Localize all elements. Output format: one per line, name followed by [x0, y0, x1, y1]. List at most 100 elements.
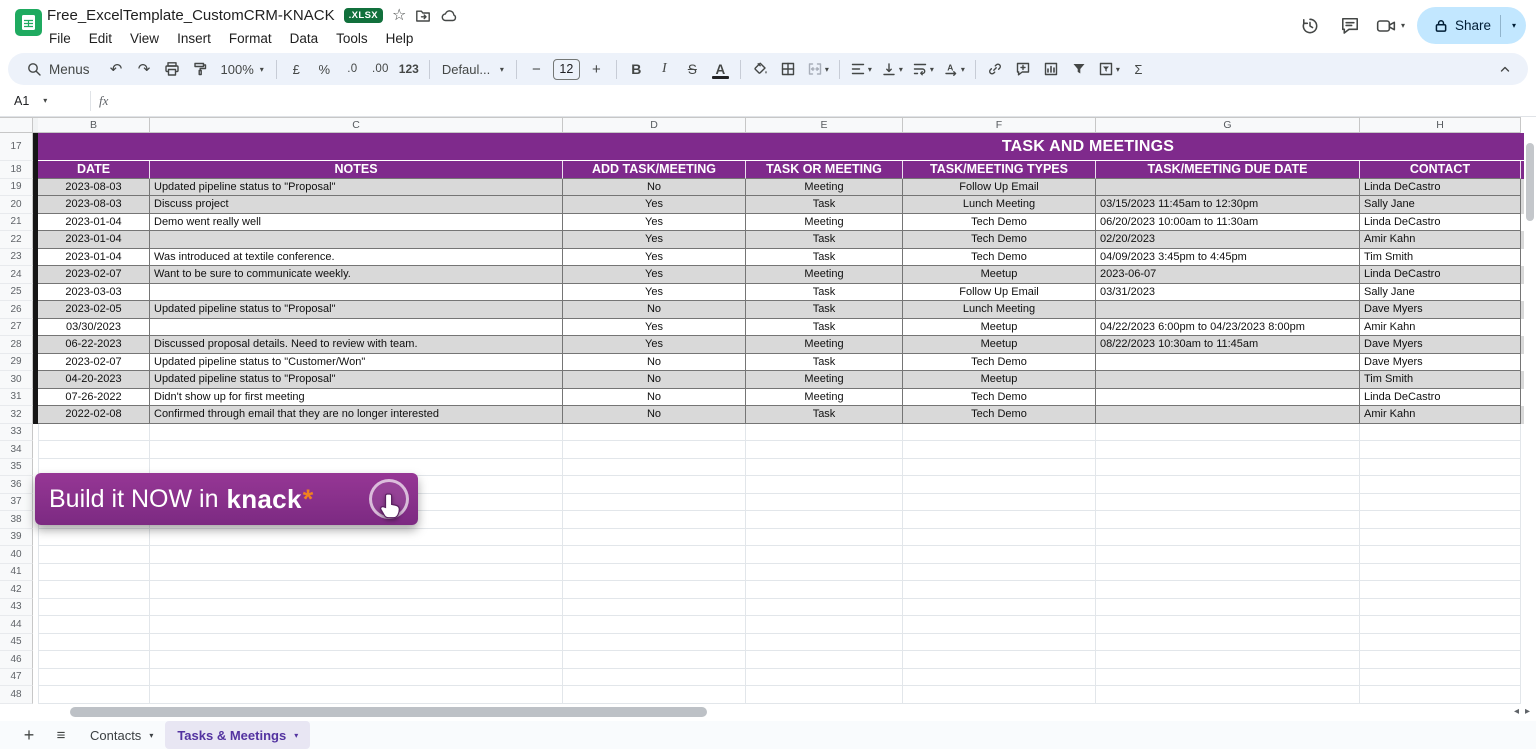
row-header-31[interactable]: 31	[0, 389, 33, 407]
cell-G22[interactable]: 02/20/2023	[1096, 231, 1360, 249]
cell-D22[interactable]: Yes	[563, 231, 746, 249]
header-cell-H18[interactable]: CONTACT	[1360, 161, 1521, 179]
fill-color-button[interactable]	[747, 56, 774, 82]
menus-search-button[interactable]: Menus	[18, 56, 102, 82]
cell-G38[interactable]	[1096, 511, 1360, 529]
insert-chart-button[interactable]	[1038, 56, 1065, 82]
cell-D35[interactable]	[563, 459, 746, 477]
row-header-23[interactable]: 23	[0, 249, 33, 267]
cell-G37[interactable]	[1096, 494, 1360, 512]
cell-C29[interactable]: Updated pipeline status to "Customer/Won…	[150, 354, 563, 372]
paint-format-button[interactable]	[187, 56, 214, 82]
cell-C24[interactable]: Want to be sure to communicate weekly.	[150, 266, 563, 284]
cell-H38[interactable]	[1360, 511, 1521, 529]
star-icon[interactable]: ☆	[392, 8, 406, 24]
row-header-47[interactable]: 47	[0, 669, 33, 687]
cell-D43[interactable]	[563, 599, 746, 617]
cell-G48[interactable]	[1096, 686, 1360, 704]
cell-C43[interactable]	[150, 599, 563, 617]
name-box-dropdown-icon[interactable]: ▾	[43, 96, 47, 105]
row-header-29[interactable]: 29	[0, 354, 33, 372]
font-selector[interactable]: Defaul... ▾	[436, 56, 510, 82]
cell-C25[interactable]	[150, 284, 563, 302]
cell-G39[interactable]	[1096, 529, 1360, 547]
row-header-43[interactable]: 43	[0, 599, 33, 617]
cell-B22[interactable]: 2023-01-04	[38, 231, 150, 249]
menu-view[interactable]: View	[121, 28, 168, 49]
meet-button[interactable]: ▾	[1376, 12, 1405, 40]
currency-format-button[interactable]: £	[283, 56, 310, 82]
cell-E24[interactable]: Meeting	[746, 266, 903, 284]
cell-B45[interactable]	[38, 634, 150, 652]
cell-H20[interactable]: Sally Jane	[1360, 196, 1521, 214]
cell-D27[interactable]: Yes	[563, 319, 746, 337]
cell-F42[interactable]	[903, 581, 1096, 599]
cell-G42[interactable]	[1096, 581, 1360, 599]
cell-E23[interactable]: Task	[746, 249, 903, 267]
cell-F38[interactable]	[903, 511, 1096, 529]
cell-G19[interactable]	[1096, 179, 1360, 197]
cell-G44[interactable]	[1096, 616, 1360, 634]
cell-G31[interactable]	[1096, 389, 1360, 407]
cell-B31[interactable]: 07-26-2022	[38, 389, 150, 407]
cell-F34[interactable]	[903, 441, 1096, 459]
cell-C33[interactable]	[150, 424, 563, 442]
cell-D33[interactable]	[563, 424, 746, 442]
cell-H44[interactable]	[1360, 616, 1521, 634]
cell-E43[interactable]	[746, 599, 903, 617]
cell-G43[interactable]	[1096, 599, 1360, 617]
cell-B27[interactable]: 03/30/2023	[38, 319, 150, 337]
cell-E29[interactable]: Task	[746, 354, 903, 372]
cell-C26[interactable]: Updated pipeline status to "Proposal"	[150, 301, 563, 319]
horizontal-scrollbar[interactable]: ◂ ▸	[0, 704, 1536, 720]
cell-D20[interactable]: Yes	[563, 196, 746, 214]
filter-views-button[interactable]: ▾	[1094, 56, 1124, 82]
text-color-button[interactable]: A	[707, 56, 734, 82]
cell-C27[interactable]	[150, 319, 563, 337]
cell-E45[interactable]	[746, 634, 903, 652]
cloud-status-icon[interactable]	[440, 8, 457, 23]
cell-E35[interactable]	[746, 459, 903, 477]
cell-F29[interactable]: Tech Demo	[903, 354, 1096, 372]
cell-E44[interactable]	[746, 616, 903, 634]
cell-F35[interactable]	[903, 459, 1096, 477]
borders-button[interactable]	[775, 56, 802, 82]
row-header-34[interactable]: 34	[0, 441, 33, 459]
cell-H31[interactable]: Linda DeCastro	[1360, 389, 1521, 407]
row-header-33[interactable]: 33	[0, 424, 33, 442]
cell-F45[interactable]	[903, 634, 1096, 652]
cell-D39[interactable]	[563, 529, 746, 547]
cell-E39[interactable]	[746, 529, 903, 547]
cell-D38[interactable]	[563, 511, 746, 529]
cell-D40[interactable]	[563, 546, 746, 564]
cell-E46[interactable]	[746, 651, 903, 669]
cell-F28[interactable]: Meetup	[903, 336, 1096, 354]
cell-D36[interactable]	[563, 476, 746, 494]
row-header-22[interactable]: 22	[0, 231, 33, 249]
cell-D47[interactable]	[563, 669, 746, 687]
cell-F20[interactable]: Lunch Meeting	[903, 196, 1096, 214]
cell-B30[interactable]: 04-20-2023	[38, 371, 150, 389]
cell-C44[interactable]	[150, 616, 563, 634]
sheet-tab-contacts[interactable]: Contacts▾	[78, 721, 165, 749]
vertical-scrollbar[interactable]	[1525, 135, 1535, 702]
knack-banner[interactable]: Build it NOW in knack *	[35, 473, 418, 525]
header-cell-C18[interactable]: NOTES	[150, 161, 563, 179]
cell-D28[interactable]: Yes	[563, 336, 746, 354]
percent-format-button[interactable]: %	[311, 56, 338, 82]
row-header-25[interactable]: 25	[0, 284, 33, 302]
horizontal-scrollbar-thumb[interactable]	[70, 707, 707, 717]
move-to-folder-icon[interactable]	[415, 8, 431, 24]
cell-F46[interactable]	[903, 651, 1096, 669]
menu-format[interactable]: Format	[220, 28, 281, 49]
horizontal-align-button[interactable]: ▾	[846, 56, 876, 82]
scroll-left-icon[interactable]: ◂	[1514, 706, 1519, 717]
cell-H28[interactable]: Dave Myers	[1360, 336, 1521, 354]
number-format-button[interactable]: 123	[395, 56, 423, 82]
cell-G47[interactable]	[1096, 669, 1360, 687]
cell-B47[interactable]	[38, 669, 150, 687]
cell-F31[interactable]: Tech Demo	[903, 389, 1096, 407]
cell-G30[interactable]	[1096, 371, 1360, 389]
meet-dropdown-icon[interactable]: ▾	[1401, 21, 1405, 30]
row-header-44[interactable]: 44	[0, 616, 33, 634]
